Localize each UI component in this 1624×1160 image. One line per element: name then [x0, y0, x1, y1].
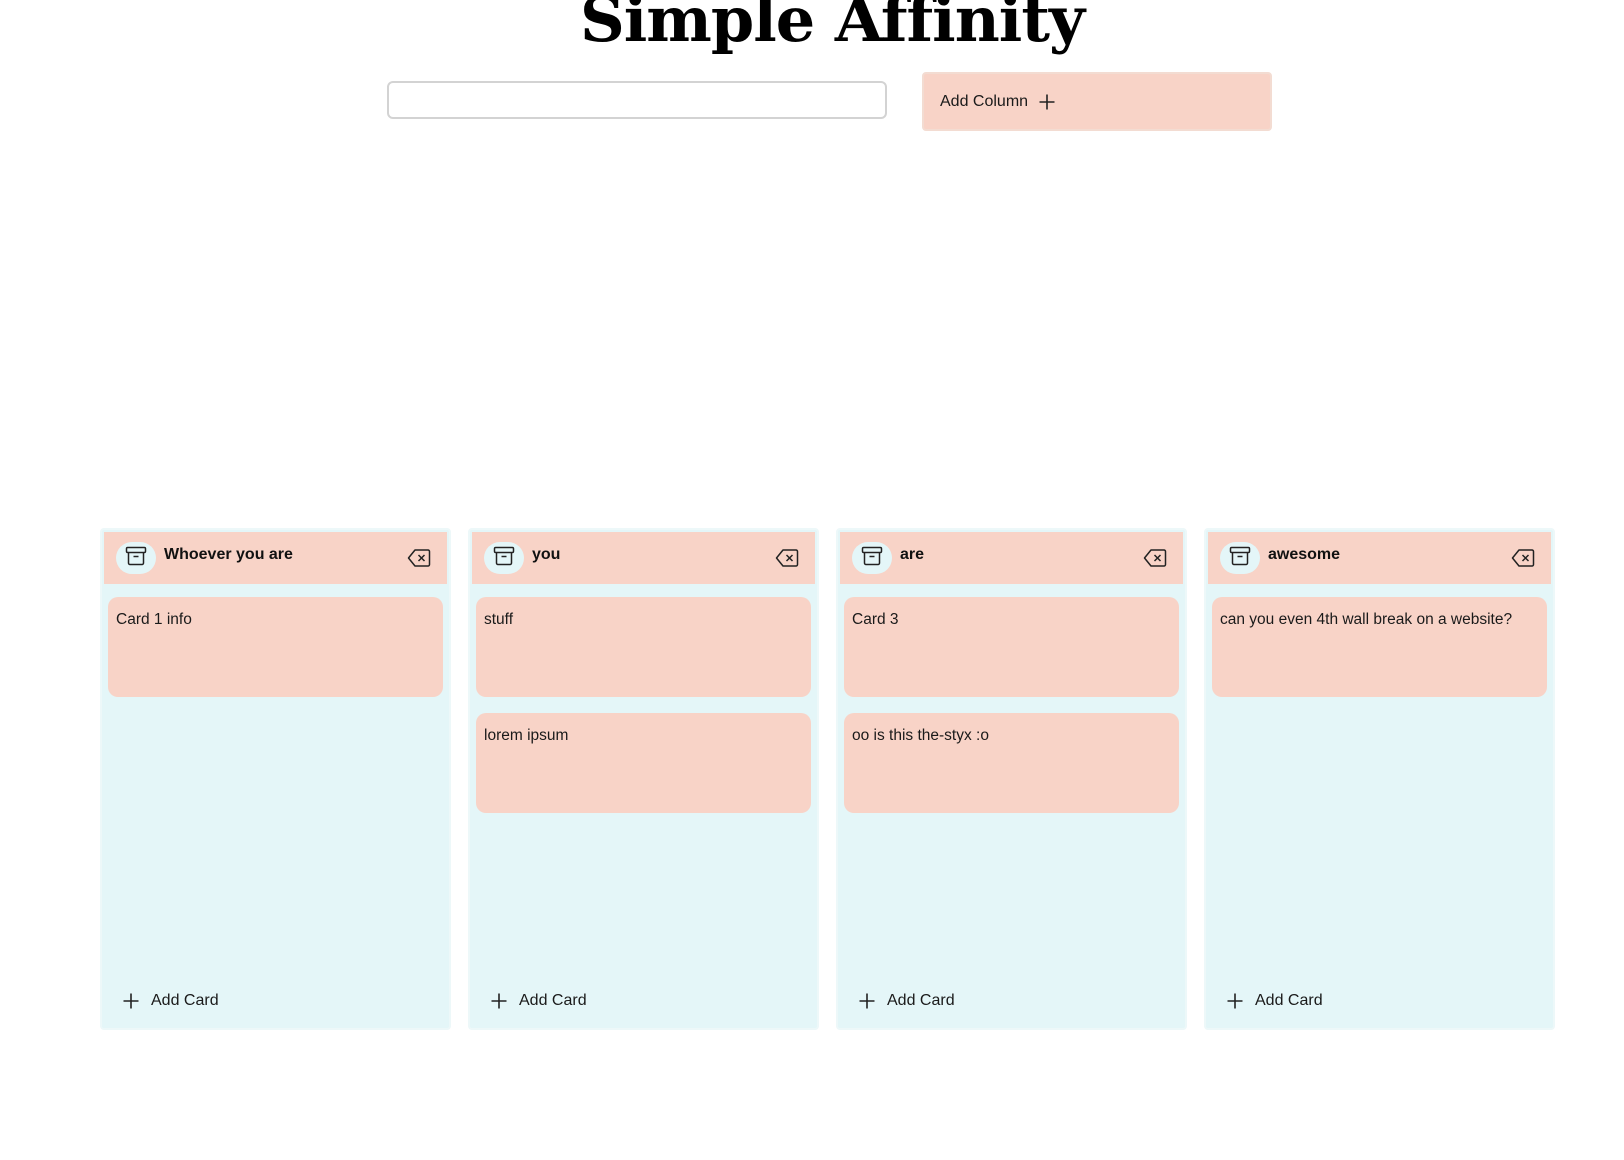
archive-column-button[interactable] — [484, 542, 524, 574]
card[interactable]: lorem ipsum — [476, 713, 811, 813]
archive-icon — [1229, 546, 1251, 570]
archive-column-button[interactable] — [116, 542, 156, 574]
column: are Card 3 oo is this the-styx :o Add Ca… — [836, 528, 1187, 1030]
plus-icon — [1038, 93, 1056, 111]
column: Whoever you are Card 1 info Add Card — [100, 528, 451, 1030]
add-column-label: Add Column — [940, 92, 1029, 110]
column-title: are — [900, 546, 925, 563]
plus-icon — [490, 992, 508, 1010]
card[interactable]: Card 1 info — [108, 597, 443, 697]
column-title: Whoever you are — [164, 546, 293, 563]
column-header: Whoever you are — [104, 532, 447, 584]
column-header: awesome — [1208, 532, 1551, 584]
card[interactable]: Card 3 — [844, 597, 1179, 697]
archive-icon — [125, 546, 147, 570]
add-card-button[interactable]: Add Card — [858, 992, 955, 1010]
archive-column-button[interactable] — [1220, 542, 1260, 574]
column: you stuff lorem ipsum Add Card — [468, 528, 819, 1030]
plus-icon — [122, 992, 140, 1010]
page-title: Simple Affinity — [579, 0, 1085, 56]
card[interactable]: oo is this the-styx :o — [844, 713, 1179, 813]
add-card-button[interactable]: Add Card — [122, 992, 219, 1010]
archive-icon — [861, 546, 883, 570]
add-card-label: Add Card — [519, 992, 587, 1009]
archive-icon — [493, 546, 515, 570]
add-card-label: Add Card — [1255, 992, 1323, 1009]
card-list: stuff lorem ipsum — [476, 597, 811, 813]
add-card-button[interactable]: Add Card — [490, 992, 587, 1010]
add-card-label: Add Card — [151, 992, 219, 1009]
archive-column-button[interactable] — [852, 542, 892, 574]
board: Whoever you are Card 1 info Add Card you… — [100, 528, 1555, 1030]
backspace-x-icon — [1143, 549, 1167, 572]
card[interactable]: stuff — [476, 597, 811, 697]
add-card-button[interactable]: Add Card — [1226, 992, 1323, 1010]
delete-column-button[interactable] — [407, 548, 431, 568]
add-card-label: Add Card — [887, 992, 955, 1009]
delete-column-button[interactable] — [775, 548, 799, 568]
plus-icon — [858, 992, 876, 1010]
add-column-button[interactable]: Add Column — [922, 72, 1272, 131]
backspace-x-icon — [775, 549, 799, 572]
card-list: Card 1 info — [108, 597, 443, 697]
column-name-input[interactable] — [387, 81, 887, 119]
backspace-x-icon — [1511, 549, 1535, 572]
column: awesome can you even 4th wall break on a… — [1204, 528, 1555, 1030]
column-title: awesome — [1268, 546, 1341, 563]
column-header: are — [840, 532, 1183, 584]
card[interactable]: can you even 4th wall break on a website… — [1212, 597, 1547, 697]
column-header: you — [472, 532, 815, 584]
backspace-x-icon — [407, 549, 431, 572]
page: Simple Affinity Add Column Whoever you a… — [0, 0, 1624, 1160]
delete-column-button[interactable] — [1511, 548, 1535, 568]
plus-icon — [1226, 992, 1244, 1010]
card-list: can you even 4th wall break on a website… — [1212, 597, 1547, 697]
column-title: you — [532, 546, 561, 563]
card-list: Card 3 oo is this the-styx :o — [844, 597, 1179, 813]
delete-column-button[interactable] — [1143, 548, 1167, 568]
